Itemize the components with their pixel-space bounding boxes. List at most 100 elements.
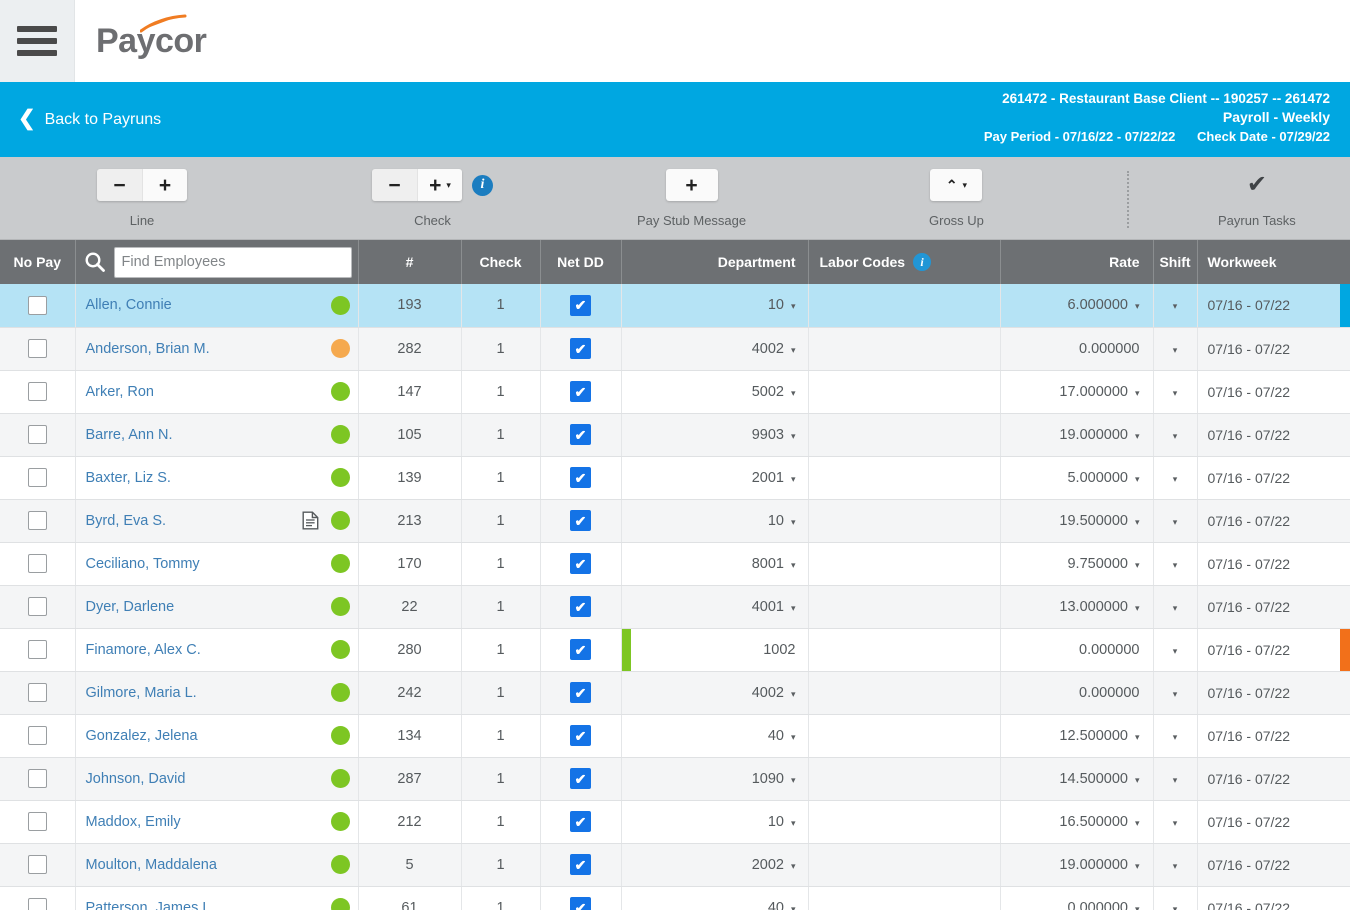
cell-net-dd[interactable] xyxy=(540,284,621,327)
table-row[interactable]: Gonzalez, Jelena134140▾12.500000▾▾07/16 … xyxy=(0,714,1350,757)
cell-net-dd[interactable] xyxy=(540,499,621,542)
chevron-down-icon[interactable]: ▾ xyxy=(791,861,796,871)
table-row[interactable]: Patterson, James L.61140▾0.000000▾▾07/16… xyxy=(0,886,1350,910)
cell-net-dd[interactable] xyxy=(540,542,621,585)
cell-net-dd[interactable] xyxy=(540,628,621,671)
cell-net-dd[interactable] xyxy=(540,886,621,910)
cell-employee[interactable]: Arker, Ron xyxy=(75,370,358,413)
employee-name-link[interactable]: Anderson, Brian M. xyxy=(86,341,210,357)
no-pay-checkbox[interactable] xyxy=(28,425,47,444)
table-row[interactable]: Anderson, Brian M.28214002▾0.000000▾07/1… xyxy=(0,327,1350,370)
cell-shift[interactable]: ▾ xyxy=(1153,843,1197,886)
cell-department[interactable]: 4002▾ xyxy=(621,671,808,714)
cell-department[interactable]: 40▾ xyxy=(621,714,808,757)
cell-shift[interactable]: ▾ xyxy=(1153,714,1197,757)
chevron-down-icon[interactable]: ▾ xyxy=(1135,431,1140,441)
cell-no-pay[interactable] xyxy=(0,413,75,456)
employee-name-link[interactable]: Johnson, David xyxy=(86,771,186,787)
chevron-down-icon[interactable]: ▾ xyxy=(791,560,796,570)
chevron-down-icon[interactable]: ▾ xyxy=(791,345,796,355)
chevron-down-icon[interactable]: ▾ xyxy=(1135,517,1140,527)
no-pay-checkbox[interactable] xyxy=(28,296,47,315)
net-dd-checkbox[interactable] xyxy=(570,467,591,488)
cell-department[interactable]: 4002▾ xyxy=(621,327,808,370)
cell-department[interactable]: 1002 xyxy=(621,628,808,671)
chevron-down-icon[interactable]: ▾ xyxy=(1173,861,1178,871)
chevron-down-icon[interactable]: ▾ xyxy=(1173,732,1178,742)
cell-net-dd[interactable] xyxy=(540,843,621,886)
cell-labor-codes[interactable] xyxy=(808,327,1000,370)
cell-department[interactable]: 10▾ xyxy=(621,800,808,843)
cell-rate[interactable]: 12.500000▾ xyxy=(1000,714,1153,757)
cell-rate[interactable]: 0.000000 xyxy=(1000,628,1153,671)
net-dd-checkbox[interactable] xyxy=(570,553,591,574)
remove-check-button[interactable]: − xyxy=(372,169,417,201)
employee-name-link[interactable]: Baxter, Liz S. xyxy=(86,470,171,486)
no-pay-checkbox[interactable] xyxy=(28,855,47,874)
employee-name-link[interactable]: Maddox, Emily xyxy=(86,814,181,830)
chevron-down-icon[interactable]: ▾ xyxy=(1173,904,1178,910)
cell-labor-codes[interactable] xyxy=(808,585,1000,628)
employee-name-link[interactable]: Patterson, James L. xyxy=(86,900,215,910)
net-dd-checkbox[interactable] xyxy=(570,768,591,789)
employee-name-link[interactable]: Finamore, Alex C. xyxy=(86,642,201,658)
cell-department[interactable]: 8001▾ xyxy=(621,542,808,585)
cell-labor-codes[interactable] xyxy=(808,370,1000,413)
chevron-down-icon[interactable]: ▾ xyxy=(791,431,796,441)
cell-employee[interactable]: Johnson, David xyxy=(75,757,358,800)
cell-rate[interactable]: 13.000000▾ xyxy=(1000,585,1153,628)
cell-labor-codes[interactable] xyxy=(808,671,1000,714)
cell-department[interactable]: 4001▾ xyxy=(621,585,808,628)
table-row[interactable]: Finamore, Alex C.280110020.000000▾07/16 … xyxy=(0,628,1350,671)
cell-net-dd[interactable] xyxy=(540,757,621,800)
labor-codes-info-icon[interactable]: i xyxy=(913,253,931,271)
cell-no-pay[interactable] xyxy=(0,499,75,542)
net-dd-checkbox[interactable] xyxy=(570,854,591,875)
cell-department[interactable]: 9903▾ xyxy=(621,413,808,456)
employee-name-link[interactable]: Gilmore, Maria L. xyxy=(86,685,197,701)
cell-employee[interactable]: Barre, Ann N. xyxy=(75,413,358,456)
chevron-down-icon[interactable]: ▾ xyxy=(1173,646,1178,656)
chevron-down-icon[interactable]: ▾ xyxy=(1135,603,1140,613)
check-info-icon[interactable]: i xyxy=(472,175,493,196)
cell-employee[interactable]: Allen, Connie xyxy=(75,284,358,327)
cell-net-dd[interactable] xyxy=(540,714,621,757)
cell-net-dd[interactable] xyxy=(540,370,621,413)
cell-net-dd[interactable] xyxy=(540,671,621,714)
net-dd-checkbox[interactable] xyxy=(570,725,591,746)
cell-shift[interactable]: ▾ xyxy=(1153,800,1197,843)
chevron-down-icon[interactable]: ▾ xyxy=(791,603,796,613)
chevron-down-icon[interactable]: ▾ xyxy=(1173,345,1178,355)
cell-employee[interactable]: Finamore, Alex C. xyxy=(75,628,358,671)
cell-no-pay[interactable] xyxy=(0,757,75,800)
cell-labor-codes[interactable] xyxy=(808,628,1000,671)
cell-labor-codes[interactable] xyxy=(808,757,1000,800)
no-pay-checkbox[interactable] xyxy=(28,339,47,358)
no-pay-checkbox[interactable] xyxy=(28,726,47,745)
net-dd-checkbox[interactable] xyxy=(570,811,591,832)
chevron-down-icon[interactable]: ▾ xyxy=(1135,775,1140,785)
cell-rate[interactable]: 0.000000▾ xyxy=(1000,886,1153,910)
cell-net-dd[interactable] xyxy=(540,413,621,456)
cell-shift[interactable]: ▾ xyxy=(1153,456,1197,499)
cell-labor-codes[interactable] xyxy=(808,886,1000,910)
cell-employee[interactable]: Baxter, Liz S. xyxy=(75,456,358,499)
chevron-down-icon[interactable]: ▾ xyxy=(1173,474,1178,484)
cell-no-pay[interactable] xyxy=(0,714,75,757)
cell-rate[interactable]: 17.000000▾ xyxy=(1000,370,1153,413)
net-dd-checkbox[interactable] xyxy=(570,424,591,445)
cell-rate[interactable]: 9.750000▾ xyxy=(1000,542,1153,585)
no-pay-checkbox[interactable] xyxy=(28,898,47,910)
column-header-rate[interactable]: Rate xyxy=(1000,240,1153,284)
chevron-down-icon[interactable]: ▾ xyxy=(791,732,796,742)
no-pay-checkbox[interactable] xyxy=(28,640,47,659)
cell-no-pay[interactable] xyxy=(0,800,75,843)
cell-department[interactable]: 2002▾ xyxy=(621,843,808,886)
toolbar-group-payrun-tasks[interactable]: ✔ Payrun Tasks xyxy=(1218,157,1296,228)
cell-no-pay[interactable] xyxy=(0,456,75,499)
cell-rate[interactable]: 6.000000▾ xyxy=(1000,284,1153,327)
chevron-down-icon[interactable]: ▾ xyxy=(1173,603,1178,613)
cell-department[interactable]: 10▾ xyxy=(621,499,808,542)
add-check-button[interactable]: + ▾ xyxy=(417,169,462,201)
cell-employee[interactable]: Anderson, Brian M. xyxy=(75,327,358,370)
